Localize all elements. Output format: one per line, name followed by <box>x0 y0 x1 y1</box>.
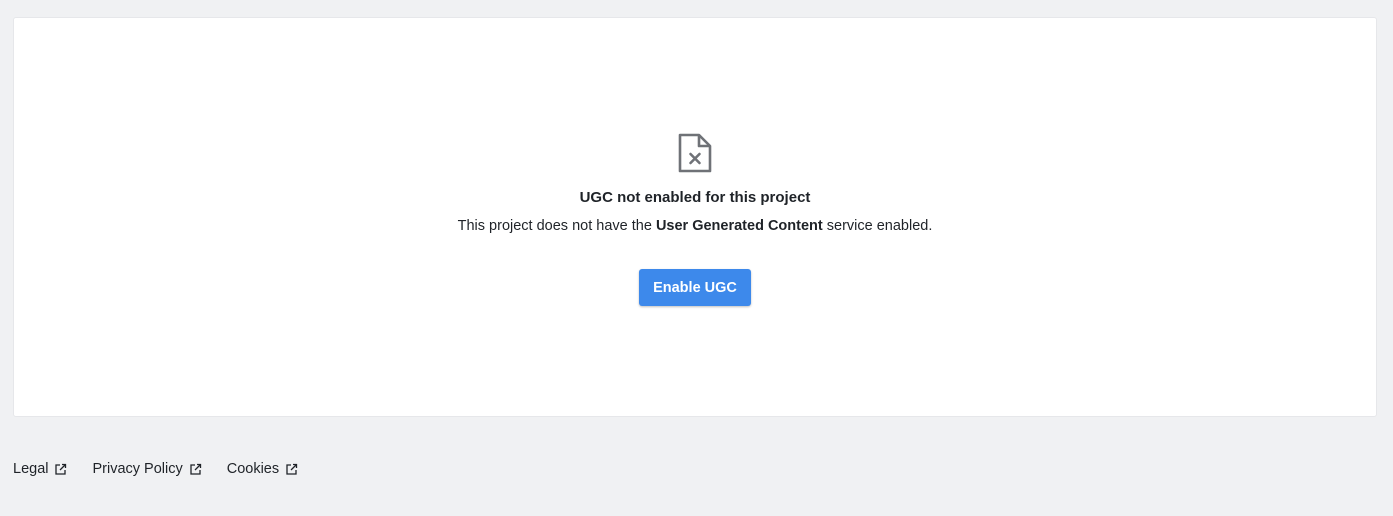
empty-state-description: This project does not have the User Gene… <box>458 216 933 236</box>
external-link-icon <box>286 463 298 475</box>
footer-link-cookies[interactable]: Cookies <box>227 461 298 477</box>
footer-link-label: Cookies <box>226 461 280 477</box>
description-suffix: service enabled. <box>822 218 933 234</box>
footer-link-privacy-policy[interactable]: Privacy Policy <box>92 461 201 477</box>
empty-state: UGC not enabled for this project This pr… <box>14 132 1376 306</box>
description-prefix: This project does not have the <box>457 218 656 234</box>
footer-link-legal[interactable]: Legal <box>13 461 67 477</box>
footer-link-label: Privacy Policy <box>92 461 183 477</box>
description-service-name: User Generated Content <box>655 218 823 234</box>
file-x-icon <box>678 133 712 173</box>
external-link-icon <box>190 463 201 475</box>
footer-links: Legal Privacy Policy Cookies <box>13 459 323 479</box>
enable-ugc-button[interactable]: Enable UGC <box>639 269 751 306</box>
footer-link-label: Legal <box>13 461 49 477</box>
empty-state-title: UGC not enabled for this project <box>579 189 811 206</box>
external-link-icon <box>55 463 67 475</box>
ugc-disabled-card: UGC not enabled for this project This pr… <box>13 17 1377 417</box>
